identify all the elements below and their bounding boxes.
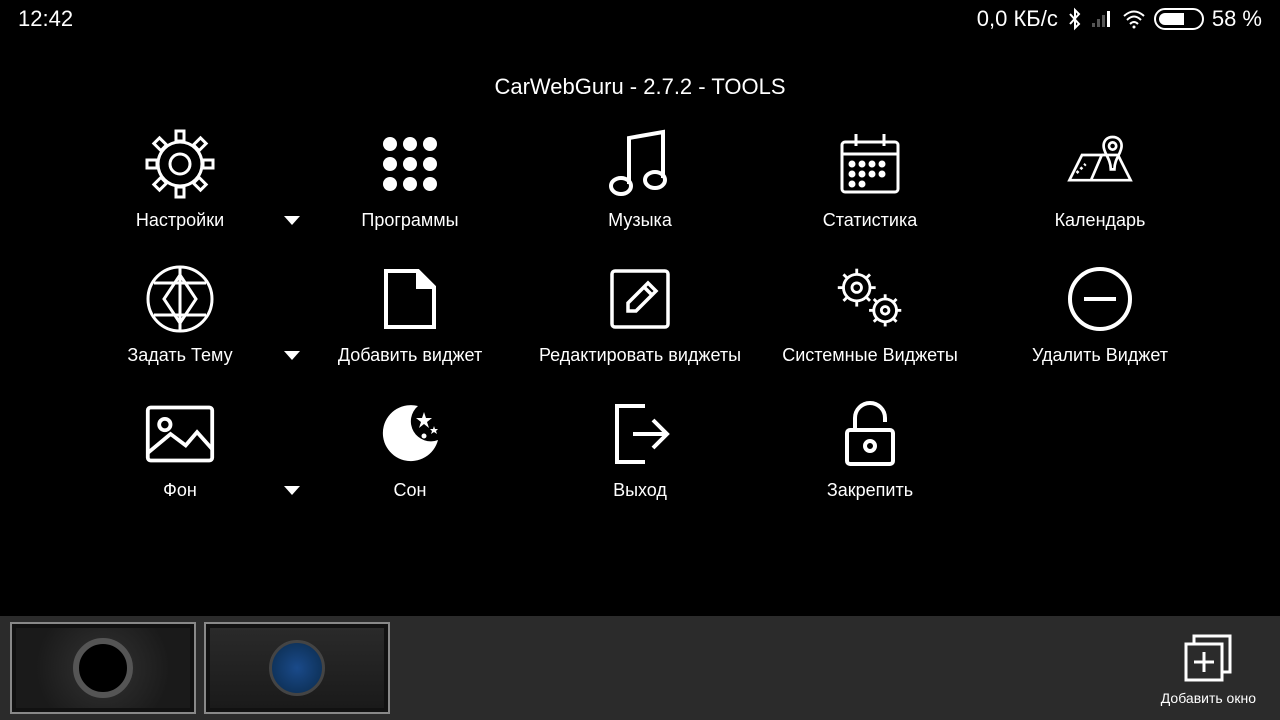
item-label: Календарь: [1055, 210, 1146, 231]
theme-thumbnail-1[interactable]: [10, 622, 196, 714]
wifi-icon: [1122, 9, 1146, 29]
chevron-down-icon: [284, 351, 300, 360]
moon-icon: [374, 398, 446, 470]
theme-thumbnail-2[interactable]: [204, 622, 390, 714]
add-window-button[interactable]: Добавить окно: [1161, 630, 1256, 706]
item-label: Выход: [613, 480, 667, 501]
item-label: Удалить Виджет: [1032, 345, 1168, 366]
item-label: Редактировать виджеты: [539, 345, 741, 366]
item-calendar[interactable]: Календарь: [990, 128, 1210, 231]
gears-icon: [834, 263, 906, 335]
item-label: Фон: [163, 480, 197, 501]
status-time: 12:42: [18, 6, 73, 32]
item-label: Сон: [394, 480, 427, 501]
item-music[interactable]: Музыка: [530, 128, 750, 231]
bluetooth-icon: [1066, 7, 1084, 31]
item-label: Статистика: [823, 210, 918, 231]
item-remove-widget[interactable]: Удалить Виджет: [990, 263, 1210, 366]
lock-open-icon: [834, 398, 906, 470]
gear-icon: [144, 128, 216, 200]
item-label: Добавить виджет: [338, 345, 482, 366]
item-system-widgets[interactable]: Системные Виджеты: [760, 263, 980, 366]
item-sleep[interactable]: Сон: [300, 398, 520, 501]
cellular-icon: [1092, 9, 1114, 29]
battery-percent: 58 %: [1212, 6, 1262, 32]
bottom-bar: Добавить окно: [0, 616, 1280, 720]
item-add-widget[interactable]: Добавить виджет: [300, 263, 520, 366]
chevron-down-icon: [284, 216, 300, 225]
add-document-icon: [374, 263, 446, 335]
battery-icon: [1154, 8, 1204, 30]
theme-icon: [144, 263, 216, 335]
item-label: Системные Виджеты: [782, 345, 958, 366]
apps-grid-icon: [374, 128, 446, 200]
item-statistics[interactable]: Статистика: [760, 128, 980, 231]
tools-grid: Настройки Программы Музыка: [0, 128, 1280, 501]
music-note-icon: [604, 128, 676, 200]
item-label: Музыка: [608, 210, 672, 231]
item-edit-widgets[interactable]: Редактировать виджеты: [530, 263, 750, 366]
item-set-theme[interactable]: Задать Тему: [70, 263, 290, 366]
item-label: Настройки: [136, 210, 224, 231]
add-window-icon: [1180, 630, 1236, 686]
status-right: 0,0 КБ/с 58 %: [977, 6, 1262, 32]
page-title: CarWebGuru - 2.7.2 - TOOLS: [0, 74, 1280, 100]
status-bar: 12:42 0,0 КБ/с 58 %: [0, 0, 1280, 38]
item-background[interactable]: Фон: [70, 398, 290, 501]
image-icon: [144, 398, 216, 470]
add-window-label: Добавить окно: [1161, 690, 1256, 706]
item-label: Задать Тему: [127, 345, 232, 366]
edit-icon: [604, 263, 676, 335]
minus-circle-icon: [1064, 263, 1136, 335]
chevron-down-icon: [284, 486, 300, 495]
map-pin-icon: [1064, 128, 1136, 200]
exit-icon: [604, 398, 676, 470]
item-exit[interactable]: Выход: [530, 398, 750, 501]
item-label: Программы: [361, 210, 458, 231]
item-programs[interactable]: Программы: [300, 128, 520, 231]
item-pin[interactable]: Закрепить: [760, 398, 980, 501]
item-label: Закрепить: [827, 480, 913, 501]
calendar-stats-icon: [834, 128, 906, 200]
item-settings[interactable]: Настройки: [70, 128, 290, 231]
data-rate: 0,0 КБ/с: [977, 6, 1058, 32]
